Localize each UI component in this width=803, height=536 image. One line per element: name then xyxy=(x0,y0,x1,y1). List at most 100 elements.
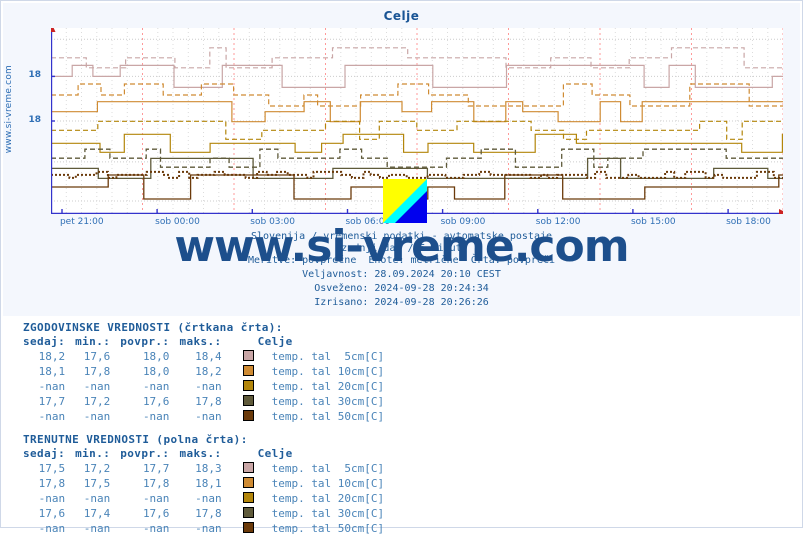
cell-avg: 17,6 xyxy=(142,395,170,408)
historical-heading: ZGODOVINSKE VREDNOSTI (črtkana črta): xyxy=(23,321,283,334)
cell-now: 17,5 xyxy=(38,462,66,475)
col-max: maks.: xyxy=(179,447,222,460)
cell-min: 17,2 xyxy=(83,395,111,408)
color-swatch-icon xyxy=(242,395,254,406)
cell-now: 17,8 xyxy=(38,477,66,490)
y-tick-label: 18 xyxy=(28,70,41,81)
cell-now: 18,1 xyxy=(38,365,66,378)
current-heading: TRENUTNE VREDNOSTI (polna črta): xyxy=(23,433,248,446)
legend-swatch xyxy=(232,506,264,521)
cell-avg: 18,0 xyxy=(142,350,170,363)
cell-avg: 17,8 xyxy=(142,477,170,490)
x-tick-label: sob 03:00 xyxy=(250,217,296,227)
historical-header-row: sedaj: min.: povpr.: maks.: Celje xyxy=(23,334,394,349)
cell-max: 18,2 xyxy=(195,365,222,378)
col-min: min.: xyxy=(75,447,111,460)
legend-swatch xyxy=(232,349,264,364)
col-max: maks.: xyxy=(179,335,222,348)
x-tick-label: sob 15:00 xyxy=(630,217,676,227)
legend-swatch xyxy=(232,476,264,491)
cell-max: 17,8 xyxy=(195,507,222,520)
historical-table: sedaj: min.: povpr.: maks.: Celje 18,2 17… xyxy=(23,334,394,424)
y-tick-label: 18 xyxy=(28,115,41,125)
legend-swatch xyxy=(232,409,264,424)
legend-swatch xyxy=(232,394,264,409)
cell-avg: -nan xyxy=(142,410,170,423)
cell-max: -nan xyxy=(195,522,222,535)
cell-max: 17,8 xyxy=(195,395,222,408)
color-swatch-icon xyxy=(242,462,254,473)
table-row: 17,7 17,2 17,6 17,8 temp. tal 30cm[C] xyxy=(23,394,394,409)
cell-min: -nan xyxy=(83,522,111,535)
cell-max: 18,4 xyxy=(195,350,222,363)
col-avg: povpr.: xyxy=(120,447,170,460)
cell-avg: -nan xyxy=(142,380,170,393)
cell-min: 17,4 xyxy=(83,507,111,520)
cell-now: 18,2 xyxy=(38,350,66,363)
x-tick-label: sob 12:00 xyxy=(535,217,581,227)
x-tick-label: sob 09:00 xyxy=(440,217,486,227)
cell-series-label: temp. tal 10cm[C] xyxy=(271,365,385,378)
legend-swatch xyxy=(232,521,264,536)
cell-series-label: temp. tal 5cm[C] xyxy=(271,350,385,363)
cell-min: 17,5 xyxy=(83,477,111,490)
color-swatch-icon xyxy=(242,410,254,421)
cell-now: -nan xyxy=(38,410,66,423)
cell-min: 17,2 xyxy=(83,462,111,475)
color-swatch-icon xyxy=(242,492,254,503)
cell-min: 17,8 xyxy=(83,365,111,378)
meta-line-interval: zadnji dan / 5 minut xyxy=(341,243,462,254)
cell-series-label: temp. tal 20cm[C] xyxy=(271,492,385,505)
page-title: Celje xyxy=(383,9,420,23)
table-row: -nan -nan -nan -nan temp. tal 50cm[C] xyxy=(23,409,394,424)
color-swatch-icon xyxy=(242,380,254,391)
cell-now: 17,6 xyxy=(38,507,66,520)
cell-max: -nan xyxy=(195,492,222,505)
cell-avg: 17,6 xyxy=(142,507,170,520)
current-header-row: sedaj: min.: povpr.: maks.: Celje xyxy=(23,446,394,461)
cell-series-label: temp. tal 5cm[C] xyxy=(271,462,385,475)
table-row: -nan -nan -nan -nan temp. tal 20cm[C] xyxy=(23,491,394,506)
meta-line-refreshed: Osveženo: 2024-09-28 20:24:34 xyxy=(314,283,489,294)
x-tick-label: sob 00:00 xyxy=(155,217,200,227)
meta-line-source: Slovenija / vremenski podatki - avtomats… xyxy=(250,231,553,242)
screenshot-root: Celje www.si-vreme.com 18 18 pet 21:00 sob… xyxy=(0,0,803,535)
cell-series-label: temp. tal 20cm[C] xyxy=(271,380,385,393)
legend-swatch xyxy=(232,364,264,379)
cell-now: -nan xyxy=(38,522,66,535)
cell-avg: -nan xyxy=(142,522,170,535)
legend-swatch xyxy=(232,379,264,394)
cell-now: -nan xyxy=(38,380,66,393)
table-row: 17,5 17,2 17,7 18,3 temp. tal 5cm[C] xyxy=(23,461,394,476)
cell-series-label: temp. tal 50cm[C] xyxy=(271,410,385,423)
col-min: min.: xyxy=(75,335,111,348)
cell-series-label: temp. tal 30cm[C] xyxy=(271,395,385,408)
cell-series-label: temp. tal 50cm[C] xyxy=(271,522,385,535)
table-row: 17,8 17,5 17,8 18,1 temp. tal 10cm[C] xyxy=(23,476,394,491)
cell-min: 17,6 xyxy=(83,350,111,363)
col-station: Celje xyxy=(257,335,293,348)
x-tick-label: pet 21:00 xyxy=(59,217,104,227)
cell-series-label: temp. tal 30cm[C] xyxy=(271,507,385,520)
table-row: -nan -nan -nan -nan temp. tal 20cm[C] xyxy=(23,379,394,394)
legend-swatch xyxy=(232,491,264,506)
col-now: sedaj: xyxy=(23,335,66,348)
meta-line-measurement: Meritve: povprečne Enote: metrične Črta:… xyxy=(247,255,556,266)
table-row: 18,2 17,6 18,0 18,4 temp. tal 5cm[C] xyxy=(23,349,394,364)
cell-max: 18,1 xyxy=(195,477,222,490)
color-swatch-icon xyxy=(242,507,254,518)
cell-min: -nan xyxy=(83,380,111,393)
si-vreme-logo xyxy=(383,179,427,223)
meta-line-rendered: Izrisano: 2024-09-28 20:26:26 xyxy=(314,297,489,308)
cell-max: 18,3 xyxy=(195,462,222,475)
cell-avg: 17,7 xyxy=(142,462,170,475)
x-tick-label: sob 18:00 xyxy=(726,217,771,227)
table-row: -nan -nan -nan -nan temp. tal 50cm[C] xyxy=(23,521,394,536)
cell-min: -nan xyxy=(83,492,111,505)
legend-swatch xyxy=(232,461,264,476)
color-swatch-icon xyxy=(242,477,254,488)
cell-avg: 18,0 xyxy=(142,365,170,378)
graph-panel: Celje www.si-vreme.com 18 18 pet 21:00 sob… xyxy=(3,3,800,316)
color-swatch-icon xyxy=(242,350,254,361)
current-table: sedaj: min.: povpr.: maks.: Celje 17,5 17… xyxy=(23,446,394,536)
